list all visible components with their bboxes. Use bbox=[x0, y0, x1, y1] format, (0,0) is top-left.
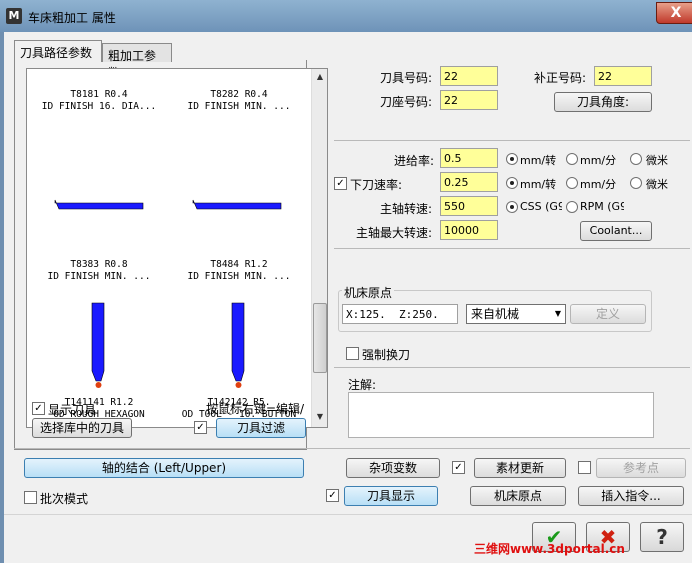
css-radio[interactable] bbox=[506, 201, 518, 213]
turning-tool-icon bbox=[91, 302, 105, 388]
tool-number-label: 刀具号码: bbox=[380, 71, 433, 85]
comment-textarea[interactable] bbox=[348, 392, 654, 438]
force-tool-change-label: 强制换刀 bbox=[362, 348, 411, 362]
watermark: 三维网www.3dportal.cn bbox=[474, 542, 625, 556]
unit-label: mm/分 bbox=[580, 154, 617, 167]
tool-filter-button[interactable]: 刀具过滤 bbox=[216, 418, 306, 438]
plunge-unit-mm-min-radio[interactable] bbox=[566, 177, 578, 189]
divider bbox=[14, 448, 690, 449]
plunge-unit-micro-radio[interactable] bbox=[630, 177, 642, 189]
tool-name: T8383 R0.8 bbox=[70, 259, 128, 270]
tool-filter-checkbox[interactable]: ✓ bbox=[194, 421, 207, 434]
boring-bar-icon bbox=[54, 199, 144, 210]
tool-name: T8181 R0.4 bbox=[70, 89, 128, 100]
machine-origin-title: 机床原点 bbox=[342, 284, 395, 301]
unit-label: mm/转 bbox=[520, 178, 557, 191]
define-button[interactable]: 定义 bbox=[570, 304, 646, 324]
plunge-unit-mm-rev-radio[interactable] bbox=[506, 177, 518, 189]
title-bar: M 车床粗加工 属性 X bbox=[0, 0, 692, 32]
spindle-speed-input[interactable] bbox=[440, 196, 498, 216]
scroll-thumb[interactable] bbox=[313, 303, 327, 373]
origin-source-select[interactable]: 来自机械 ▼ bbox=[466, 304, 566, 324]
feed-unit-micro-radio[interactable] bbox=[630, 153, 642, 165]
show-tool-checkbox[interactable]: ✓ bbox=[32, 402, 45, 415]
plunge-rate-input[interactable] bbox=[440, 172, 498, 192]
tool-list[interactable]: T8181 R0.4 ID FINISH 16. DIA... T8282 R0.… bbox=[26, 68, 328, 428]
dialog-body: 刀具路径参数 粗加工参数 T8181 R0.4ID FINISH 16. DIA… bbox=[4, 32, 692, 563]
feed-rate-input[interactable] bbox=[440, 148, 498, 168]
divider bbox=[334, 248, 690, 249]
max-spindle-speed-label: 主轴最大转速: bbox=[356, 226, 433, 240]
reference-point-button[interactable]: 参考点 bbox=[596, 458, 686, 478]
close-button[interactable]: X bbox=[656, 2, 692, 24]
css-label: CSS (G96 bbox=[520, 200, 562, 213]
batch-mode-checkbox[interactable] bbox=[24, 491, 37, 504]
tool-angle-button[interactable]: 刀具角度: bbox=[554, 92, 652, 112]
tool-desc: ID FINISH MIN. ... bbox=[47, 271, 151, 282]
tool-display-button[interactable]: 刀具显示 bbox=[344, 486, 438, 506]
chevron-down-icon: ▼ bbox=[554, 309, 561, 318]
coolant-button[interactable]: Coolant... bbox=[580, 221, 652, 241]
tool-display-checkbox[interactable]: ✓ bbox=[326, 489, 339, 502]
batch-mode-label: 批次模式 bbox=[40, 492, 89, 506]
force-tool-change-checkbox[interactable] bbox=[346, 347, 359, 360]
scroll-up-icon[interactable]: ▲ bbox=[313, 69, 327, 85]
rpm-label: RPM (G97 bbox=[580, 200, 624, 213]
station-number-input[interactable] bbox=[440, 90, 498, 110]
station-number-label: 刀座号码: bbox=[380, 95, 433, 109]
tool-item[interactable]: T8484 R1.2 ID FINISH MIN. ... bbox=[169, 259, 309, 283]
unit-label: mm/分 bbox=[580, 178, 617, 191]
divider bbox=[334, 367, 690, 368]
offset-number-input[interactable] bbox=[594, 66, 652, 86]
divider bbox=[4, 514, 692, 515]
tool-desc: ID FINISH 16. DIA... bbox=[41, 101, 157, 112]
feed-unit-mm-min-radio[interactable] bbox=[566, 153, 578, 165]
stock-update-checkbox[interactable]: ✓ bbox=[452, 461, 465, 474]
show-tool-label: 显示刀具 bbox=[48, 403, 97, 417]
divider bbox=[334, 140, 690, 141]
right-click-hint: 按鼠标右键=编辑/ bbox=[206, 402, 305, 416]
tool-number-input[interactable] bbox=[440, 66, 498, 86]
max-spindle-speed-input[interactable] bbox=[440, 220, 498, 240]
stock-update-button[interactable]: 素材更新 bbox=[474, 458, 566, 478]
window-title: 车床粗加工 属性 bbox=[28, 11, 116, 25]
feed-rate-label: 进给率: bbox=[394, 154, 435, 168]
spindle-speed-label: 主轴转速: bbox=[380, 202, 433, 216]
help-icon: ? bbox=[656, 525, 668, 549]
origin-value-input[interactable] bbox=[342, 304, 458, 324]
boring-bar-icon bbox=[192, 199, 282, 210]
ref-point-checkbox[interactable] bbox=[578, 461, 591, 474]
tool-item[interactable]: T8181 R0.4 ID FINISH 16. DIA... bbox=[29, 89, 169, 113]
app-icon: M bbox=[6, 8, 22, 24]
tool-item[interactable]: T8383 R0.8 ID FINISH MIN. ... bbox=[29, 259, 169, 283]
tool-desc: ID FINISH MIN. ... bbox=[187, 101, 291, 112]
rpm-radio[interactable] bbox=[566, 201, 578, 213]
offset-number-label: 补正号码: bbox=[534, 71, 587, 85]
turning-tool-icon bbox=[231, 302, 245, 388]
plunge-rate-checkbox[interactable]: ✓ bbox=[334, 177, 347, 190]
insert-command-button[interactable]: 插入指令... bbox=[578, 486, 684, 506]
unit-label: 微米 bbox=[646, 154, 668, 167]
origin-source-value: 来自机械 bbox=[471, 307, 520, 321]
unit-label: mm/转 bbox=[520, 154, 557, 167]
misc-values-button[interactable]: 杂项变数 bbox=[346, 458, 440, 478]
unit-label: 微米 bbox=[646, 178, 668, 191]
axis-combination-button[interactable]: 轴的结合 (Left/Upper) bbox=[24, 458, 304, 478]
tool-desc: ID FINISH MIN. ... bbox=[187, 271, 291, 282]
tool-item[interactable]: T8282 R0.4 ID FINISH MIN. ... bbox=[169, 89, 309, 113]
scroll-down-icon[interactable]: ▼ bbox=[313, 409, 327, 425]
tool-list-scrollbar[interactable]: ▲ ▼ bbox=[311, 69, 327, 427]
comment-label: 注解: bbox=[348, 378, 377, 392]
tab-toolpath-params[interactable]: 刀具路径参数 bbox=[14, 40, 102, 62]
tool-name: T8484 R1.2 bbox=[210, 259, 268, 270]
feed-unit-mm-rev-radio[interactable] bbox=[506, 153, 518, 165]
machine-origin-button[interactable]: 机床原点 bbox=[470, 486, 566, 506]
help-button[interactable]: ? bbox=[640, 522, 684, 552]
tool-name: T8282 R0.4 bbox=[210, 89, 268, 100]
plunge-rate-label: 下刀速率: bbox=[350, 178, 403, 192]
select-from-library-button[interactable]: 选择库中的刀具 bbox=[32, 418, 132, 438]
